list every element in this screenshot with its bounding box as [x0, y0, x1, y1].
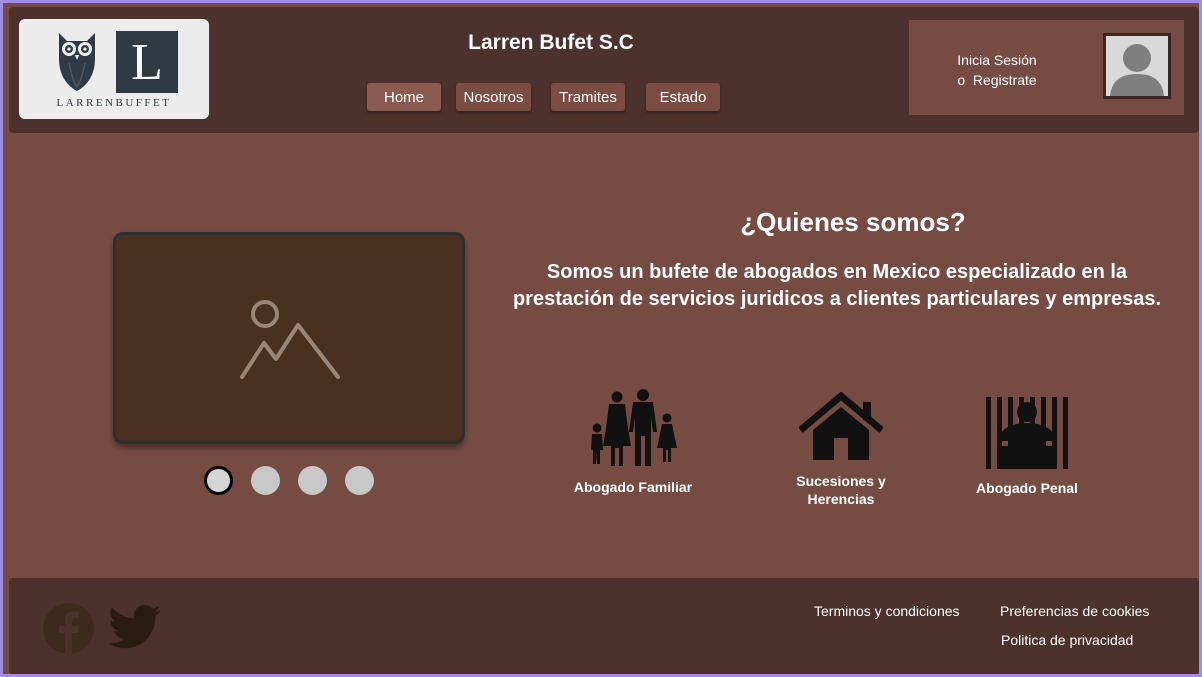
service-family-label: Abogado Familiar	[573, 479, 693, 495]
about-title: ¿Quienes somos?	[740, 207, 966, 237]
terms-link[interactable]: Terminos y condiciones	[814, 603, 960, 619]
house-icon	[799, 392, 883, 460]
service-criminal-label: Abogado Penal	[976, 480, 1078, 496]
page-frame: L LARRENBUFFET Larren Bufet S.C Home Nos…	[0, 0, 1202, 677]
service-family[interactable]: Abogado Familiar	[558, 388, 708, 496]
owl-logo-icon	[59, 33, 95, 91]
nav-estado[interactable]: Estado	[646, 83, 720, 111]
service-inheritance-label: Sucesiones y Herencias	[796, 473, 886, 507]
twitter-icon[interactable]	[109, 605, 161, 649]
avatar[interactable]	[1103, 33, 1171, 99]
nav-home[interactable]: Home	[367, 83, 441, 111]
service-inheritance[interactable]: Sucesiones y Herencias	[776, 392, 906, 508]
carousel-dot-3[interactable]	[298, 466, 327, 495]
facebook-icon[interactable]	[43, 603, 94, 654]
header: L LARRENBUFFET Larren Bufet S.C Home Nos…	[9, 7, 1199, 133]
nav-tramites[interactable]: Tramites	[551, 83, 625, 111]
login-link[interactable]: Inicia Sesión o Registrate	[937, 50, 1057, 90]
prisoner-icon	[986, 397, 1068, 469]
carousel-dot-1[interactable]	[204, 466, 233, 495]
footer: Terminos y condiciones Preferencias de c…	[9, 578, 1199, 674]
cookies-link[interactable]: Preferencias de cookies	[1000, 603, 1149, 619]
privacy-link[interactable]: Politica de privacidad	[1001, 632, 1133, 648]
site-title: Larren Bufet S.C	[468, 31, 634, 54]
carousel-dot-2[interactable]	[251, 466, 280, 495]
about-description: Somos un bufete de abogados en Mexico es…	[512, 261, 1162, 310]
image-placeholder-icon	[240, 300, 340, 379]
family-icon	[591, 389, 677, 466]
service-criminal[interactable]: Abogado Penal	[961, 395, 1093, 497]
carousel-dot-4[interactable]	[345, 466, 374, 495]
carousel-image[interactable]	[113, 232, 465, 444]
user-avatar-icon	[1110, 44, 1164, 96]
login-label: Inicia Sesión	[957, 52, 1037, 68]
nav-nosotros[interactable]: Nosotros	[456, 83, 531, 111]
register-label: o Registrate	[957, 72, 1037, 88]
login-panel: Inicia Sesión o Registrate	[909, 20, 1184, 115]
